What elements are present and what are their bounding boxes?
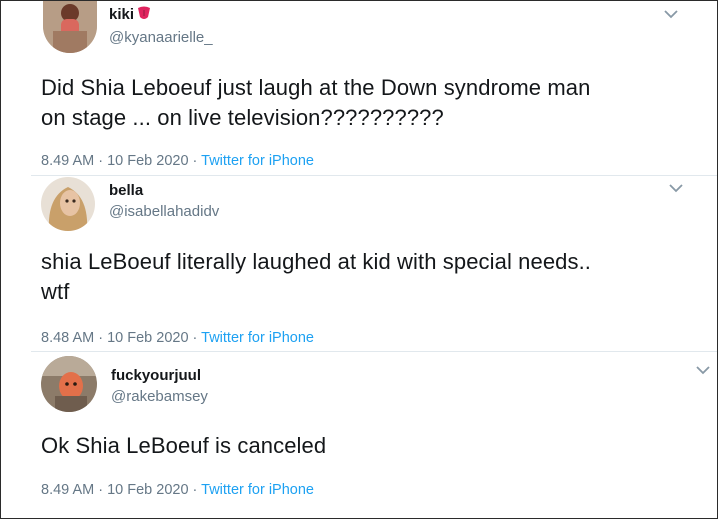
display-name[interactable]: kiki [109,5,152,25]
tweet-text: Ok Shia LeBoeuf is canceled [41,433,327,458]
user-handle[interactable]: @rakebamsey [111,388,208,405]
divider [31,351,717,352]
tweet-screenshot-frame: kiki @kyanaarielle_ Did Shia Leboeuf jus… [0,0,718,519]
chevron-down-icon[interactable] [663,9,679,19]
tweet-meta: 8.49 AM · 10 Feb 2020 · Twitter for iPho… [41,153,314,169]
tweet-text: Did Shia Leboeuf just laugh at the Down … [41,75,591,130]
tweet-meta: 8.49 AM · 10 Feb 2020 · Twitter for iPho… [41,482,314,498]
tweet-time[interactable]: 8.49 AM [41,153,94,169]
tweet-meta: 8.48 AM · 10 Feb 2020 · Twitter for iPho… [41,330,314,346]
display-name[interactable]: bella [109,182,143,199]
user-handle[interactable]: @kyanaarielle_ [109,29,213,46]
tweet-time[interactable]: 8.49 AM [41,482,94,498]
avatar[interactable] [41,356,97,412]
chevron-down-icon[interactable] [668,183,684,193]
tongue-emoji-icon [136,5,152,25]
tweet-text: shia LeBoeuf literally laughed at kid wi… [41,249,592,304]
tweet-date[interactable]: 10 Feb 2020 [107,153,188,169]
chevron-down-icon[interactable] [695,365,711,375]
tweet-source-link[interactable]: Twitter for iPhone [201,482,314,498]
tweet-source-link[interactable]: Twitter for iPhone [201,153,314,169]
avatar[interactable] [41,177,95,231]
divider [31,175,717,176]
tweet-date[interactable]: 10 Feb 2020 [107,482,188,498]
tweet-source-link[interactable]: Twitter for iPhone [201,330,314,346]
tweet-time[interactable]: 8.48 AM [41,330,94,346]
avatar[interactable] [43,1,97,53]
display-name[interactable]: fuckyourjuul [111,367,201,384]
tweet-date[interactable]: 10 Feb 2020 [107,330,188,346]
user-handle[interactable]: @isabellahadidv [109,203,219,220]
